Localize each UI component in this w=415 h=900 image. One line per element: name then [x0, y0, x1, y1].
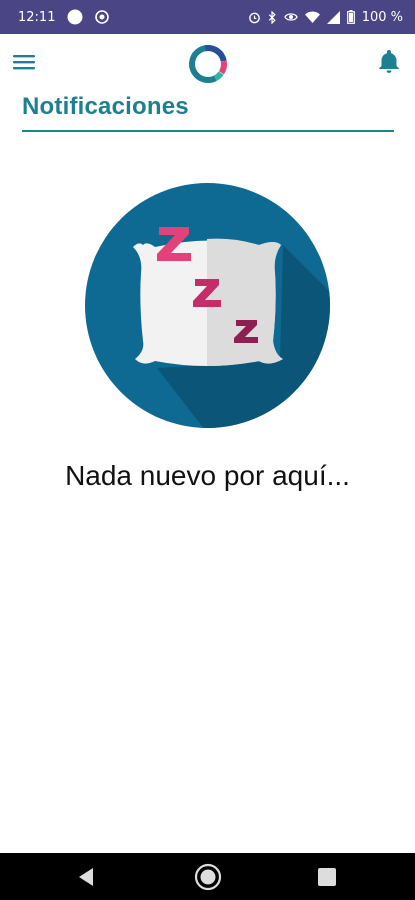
status-time: 12:11	[18, 9, 56, 25]
battery-percent: 100 %	[361, 9, 403, 25]
bell-icon[interactable]	[377, 48, 401, 74]
bluetooth-icon	[268, 10, 277, 24]
empty-state-message: Nada nuevo por aquí...	[65, 460, 350, 491]
eye-icon	[283, 12, 298, 22]
wifi-icon	[304, 11, 320, 23]
home-icon[interactable]	[194, 863, 222, 891]
back-icon[interactable]	[76, 866, 98, 888]
hamburger-menu-icon[interactable]	[12, 50, 36, 74]
app-bar	[0, 34, 415, 92]
recents-icon[interactable]	[317, 867, 337, 887]
app-logo[interactable]	[186, 42, 230, 86]
alarm-icon	[248, 11, 261, 24]
circle-notification-icon	[67, 9, 83, 25]
system-nav-bar	[0, 853, 415, 900]
app-notification-icon	[95, 10, 110, 24]
signal-icon	[326, 10, 340, 24]
battery-icon	[346, 10, 355, 24]
sleeping-pillow-illustration	[85, 183, 330, 428]
status-bar: 12:11 100 %	[0, 0, 415, 34]
title-divider	[22, 130, 394, 132]
page-title: Notificaciones	[22, 93, 189, 120]
